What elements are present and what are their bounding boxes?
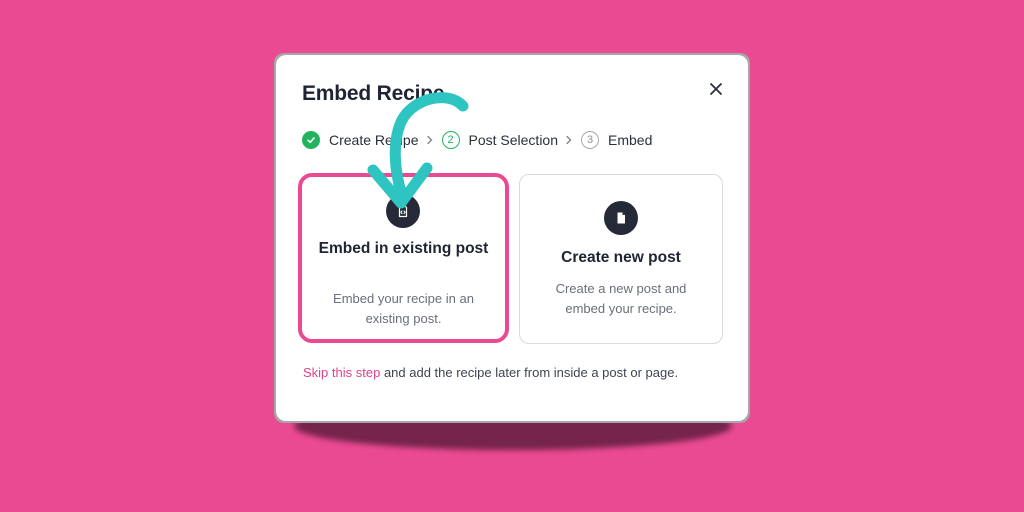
document-icon: [604, 201, 638, 235]
card-description: Create a new post and embed your recipe.: [555, 281, 687, 316]
step-number: 2: [441, 131, 460, 149]
step-label: Embed: [608, 132, 653, 148]
close-icon[interactable]: [706, 79, 726, 99]
dialog-title: Embed Recipe: [302, 82, 445, 105]
card-title: Embed in existing post: [318, 240, 489, 257]
embed-recipe-dialog: Embed Recipe Create Recipe 2 Post Select…: [276, 55, 748, 421]
card-title: Create new post: [561, 249, 681, 266]
chevron-right-icon: [565, 135, 573, 145]
card-description: Embed your recipe in an existing post.: [333, 291, 474, 326]
create-new-post-card[interactable]: Create new post Create a new post and em…: [519, 174, 723, 344]
step-embed: 3 Embed: [581, 131, 652, 149]
step-create-recipe: Create Recipe: [302, 131, 419, 149]
embed-code-icon: [386, 194, 420, 228]
step-post-selection: 2 Post Selection: [441, 131, 559, 149]
stepper: Create Recipe 2 Post Selection 3 Embed: [302, 129, 652, 151]
step-label: Post Selection: [468, 132, 559, 148]
skip-footer: Skip this step and add the recipe later …: [303, 365, 678, 380]
step-number: 3: [581, 131, 599, 149]
skip-step-link[interactable]: Skip this step: [303, 365, 380, 380]
skip-footer-text: and add the recipe later from inside a p…: [380, 365, 679, 380]
step-label: Create Recipe: [329, 132, 419, 148]
check-icon: [302, 131, 320, 149]
embed-existing-post-card[interactable]: Embed in existing post Embed your recipe…: [298, 173, 509, 343]
chevron-right-icon: [426, 135, 434, 145]
